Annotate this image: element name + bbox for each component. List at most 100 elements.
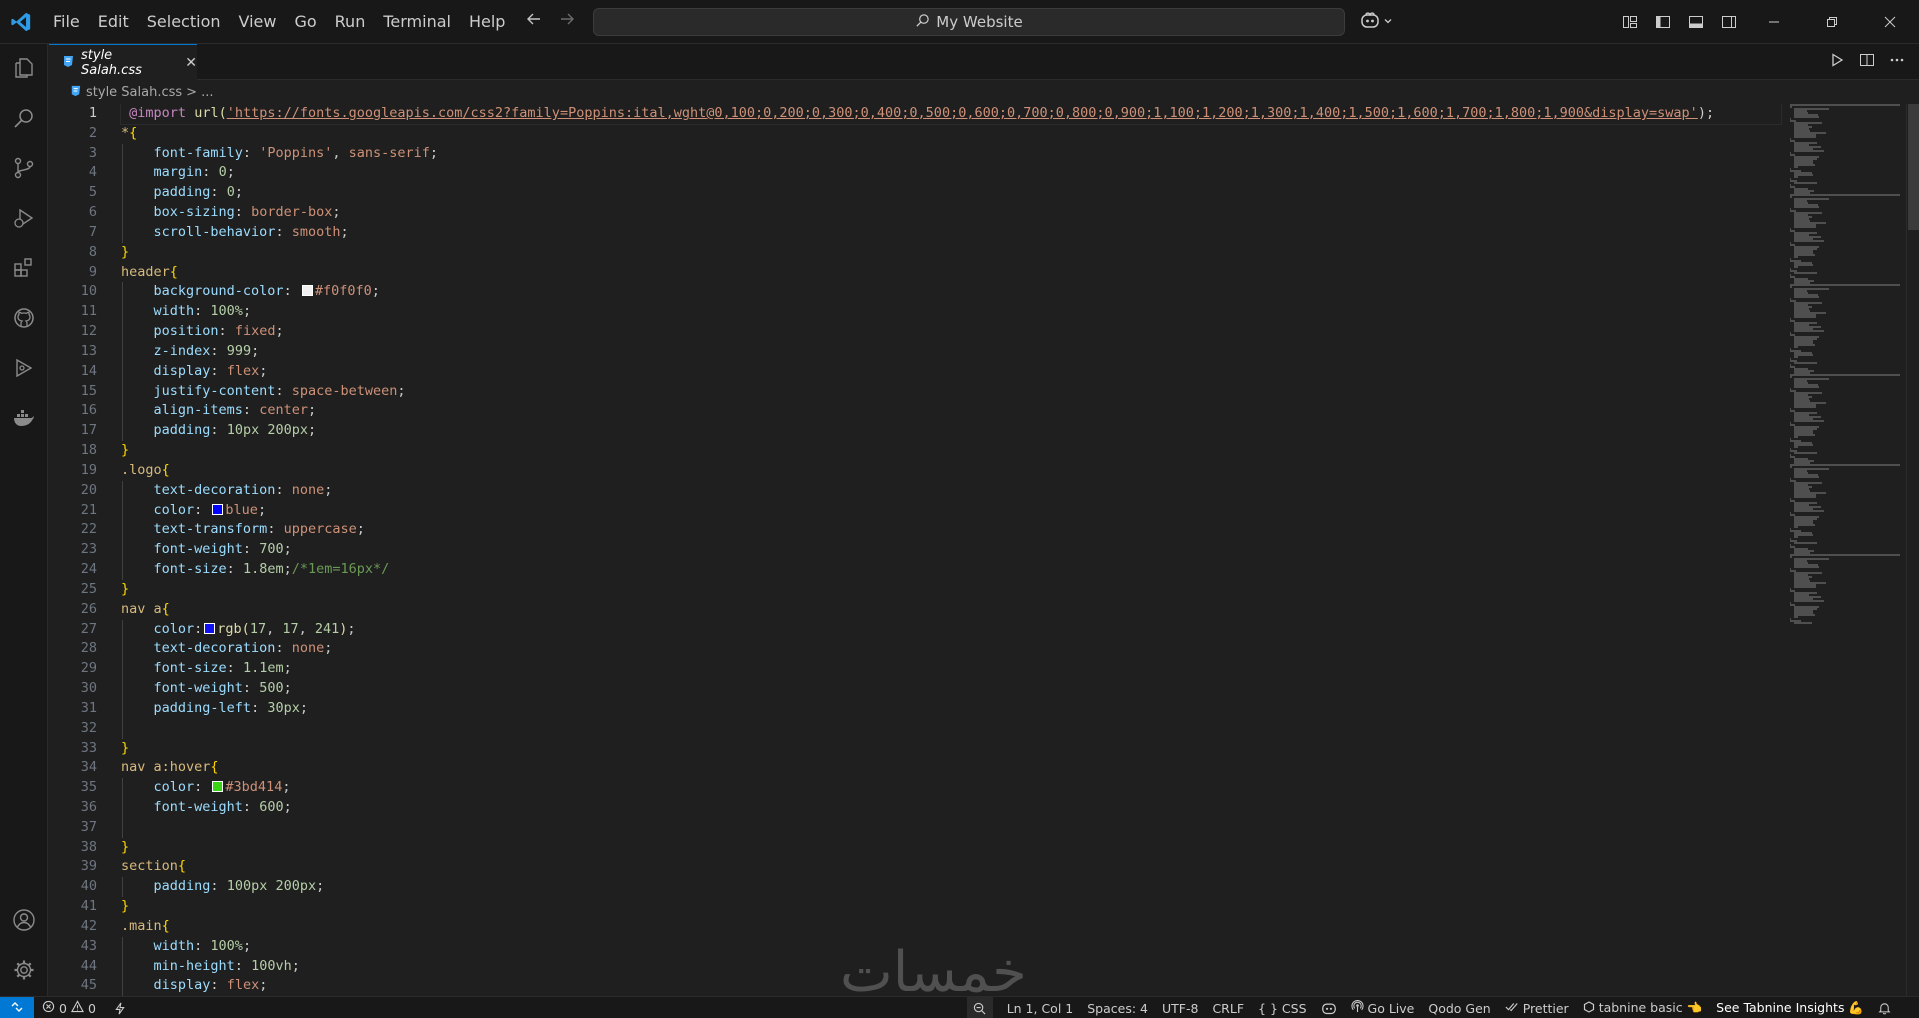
code-line[interactable]: padding: 100px 200px;: [121, 877, 1781, 898]
back-arrow-icon[interactable]: [522, 10, 546, 34]
color-swatch[interactable]: [212, 781, 224, 793]
copilot-menu-button[interactable]: [1360, 10, 1393, 34]
code-line[interactable]: }: [121, 897, 1781, 917]
close-tab-icon[interactable]: ✕: [185, 55, 197, 71]
code-line[interactable]: }: [121, 441, 1781, 461]
code-line[interactable]: font-size: 1.1em;: [121, 659, 1781, 680]
code-line[interactable]: font-weight: 700;: [121, 540, 1781, 561]
explorer-icon[interactable]: [12, 56, 36, 80]
code-line[interactable]: }: [121, 580, 1781, 600]
code-line[interactable]: [121, 718, 1781, 739]
code-line[interactable]: padding: 0;: [121, 183, 1781, 204]
tabnine-status[interactable]: tabnine basic 👈: [1583, 1000, 1702, 1016]
code-line[interactable]: padding-left: 30px;: [121, 698, 1781, 719]
toggle-secondary-sidebar-icon[interactable]: [1717, 10, 1741, 34]
code-line[interactable]: font-weight: 600;: [121, 797, 1781, 818]
menu-file[interactable]: File: [44, 0, 89, 44]
code-line[interactable]: color: blue;: [121, 500, 1781, 521]
code-line[interactable]: nav a:hover{: [121, 758, 1781, 778]
code-line[interactable]: .logo{: [121, 461, 1781, 481]
toggle-panel-icon[interactable]: [1684, 10, 1708, 34]
code-line[interactable]: color: #3bd414;: [121, 778, 1781, 798]
code-line[interactable]: @import url('https://fonts.googleapis.co…: [120, 104, 1782, 125]
extensions-icon[interactable]: [12, 256, 36, 280]
menu-help[interactable]: Help: [460, 0, 514, 44]
indentation[interactable]: Spaces: 4: [1087, 1001, 1148, 1016]
code-line[interactable]: font-size: 1.8em;/*1em=16px*/: [121, 560, 1781, 580]
cursor-position[interactable]: Ln 1, Col 1: [1007, 1001, 1074, 1016]
minimize-icon[interactable]: [1745, 0, 1803, 44]
remote-indicator[interactable]: [0, 997, 34, 1018]
accounts-icon[interactable]: [12, 908, 36, 932]
command-center-search[interactable]: My Website: [593, 8, 1345, 36]
close-window-icon[interactable]: [1861, 0, 1919, 44]
language-mode[interactable]: { } CSS: [1258, 1001, 1307, 1016]
code-line[interactable]: font-family: 'Poppins', sans-serif;: [121, 143, 1781, 164]
code-line[interactable]: padding: 10px 200px;: [121, 421, 1781, 442]
code-line[interactable]: scroll-behavior: smooth;: [121, 222, 1781, 243]
prettier-status[interactable]: Prettier: [1505, 1001, 1569, 1016]
code-line[interactable]: width: 100%;: [121, 302, 1781, 323]
code-line[interactable]: font-weight: 500;: [121, 679, 1781, 699]
code-line[interactable]: z-index: 999;: [121, 341, 1781, 362]
menu-edit[interactable]: Edit: [89, 0, 138, 44]
run-file-icon[interactable]: [1829, 52, 1845, 72]
menu-run[interactable]: Run: [326, 0, 375, 44]
code-line[interactable]: text-decoration: none;: [121, 480, 1781, 501]
encoding[interactable]: UTF-8: [1162, 1001, 1198, 1016]
more-actions-icon[interactable]: [1889, 52, 1905, 72]
remote-explorer-icon[interactable]: [12, 356, 36, 380]
github-icon[interactable]: [12, 306, 36, 330]
code-line[interactable]: }: [121, 838, 1781, 858]
search-icon[interactable]: [12, 106, 36, 130]
restore-icon[interactable]: [1803, 0, 1861, 44]
tabnine-insights[interactable]: See Tabnine Insights 💪: [1716, 1000, 1864, 1016]
vertical-scrollbar[interactable]: [1906, 104, 1919, 1000]
code-line[interactable]: .main{: [121, 917, 1781, 937]
code-line[interactable]: nav a{: [121, 600, 1781, 620]
qodo-gen[interactable]: Qodo Gen: [1428, 1001, 1490, 1016]
code-editor[interactable]: 1 2 3 4 5 6 7 8 9 10 11 12 13 14 15 16 17 18 19 20 21 22 23 24 2…: [49, 104, 1789, 1000]
color-swatch[interactable]: [212, 503, 224, 515]
code-line[interactable]: align-items: center;: [121, 401, 1781, 422]
menu-view[interactable]: View: [230, 0, 286, 44]
notifications-bell-icon[interactable]: [1878, 1001, 1891, 1015]
menu-selection[interactable]: Selection: [138, 0, 230, 44]
code-line[interactable]: color: rgb(17, 17, 241);: [121, 619, 1781, 640]
toggle-primary-sidebar-icon[interactable]: [1651, 10, 1675, 34]
code-line[interactable]: display: flex;: [121, 361, 1781, 382]
code-line[interactable]: text-transform: uppercase;: [121, 520, 1781, 541]
code-line[interactable]: margin: 0;: [121, 163, 1781, 184]
end-of-line[interactable]: CRLF: [1212, 1001, 1244, 1016]
breadcrumb-symbols[interactable]: ...: [201, 85, 213, 100]
menu-go[interactable]: Go: [285, 0, 325, 44]
code-line[interactable]: section{: [121, 857, 1781, 877]
forward-arrow-icon[interactable]: [555, 10, 579, 34]
code-line[interactable]: }: [121, 739, 1781, 759]
code-line[interactable]: header{: [121, 263, 1781, 283]
zoom-out-icon[interactable]: [966, 997, 993, 1018]
code-line[interactable]: justify-content: space-between;: [121, 381, 1781, 402]
minimap[interactable]: [1790, 104, 1905, 634]
copilot-status-icon[interactable]: [1321, 1001, 1337, 1015]
settings-gear-icon[interactable]: [12, 958, 36, 982]
breadcrumb-file[interactable]: style Salah.css: [86, 85, 182, 100]
code-area[interactable]: @import url('https://fonts.googleapis.co…: [120, 104, 1782, 997]
customize-layout-icon[interactable]: [1618, 10, 1642, 34]
menu-terminal[interactable]: Terminal: [374, 0, 460, 44]
code-line[interactable]: background-color: #f0f0f0;: [121, 282, 1781, 303]
code-line[interactable]: [121, 817, 1781, 838]
color-swatch[interactable]: [204, 622, 216, 634]
code-line[interactable]: text-decoration: none;: [121, 639, 1781, 660]
split-editor-icon[interactable]: [1859, 52, 1875, 72]
tab-style-salah-css[interactable]: style Salah.css ✕: [49, 44, 197, 80]
code-line[interactable]: box-sizing: border-box;: [121, 203, 1781, 223]
docker-icon[interactable]: [12, 406, 36, 430]
problems-indicator[interactable]: 0 0: [42, 1000, 96, 1016]
go-live-button[interactable]: Go Live: [1350, 1000, 1414, 1016]
run-debug-icon[interactable]: [12, 206, 36, 230]
color-swatch[interactable]: [301, 285, 313, 297]
code-line[interactable]: position: fixed;: [121, 322, 1781, 342]
code-line[interactable]: *{: [121, 124, 1781, 144]
lightning-icon[interactable]: [114, 1002, 126, 1015]
